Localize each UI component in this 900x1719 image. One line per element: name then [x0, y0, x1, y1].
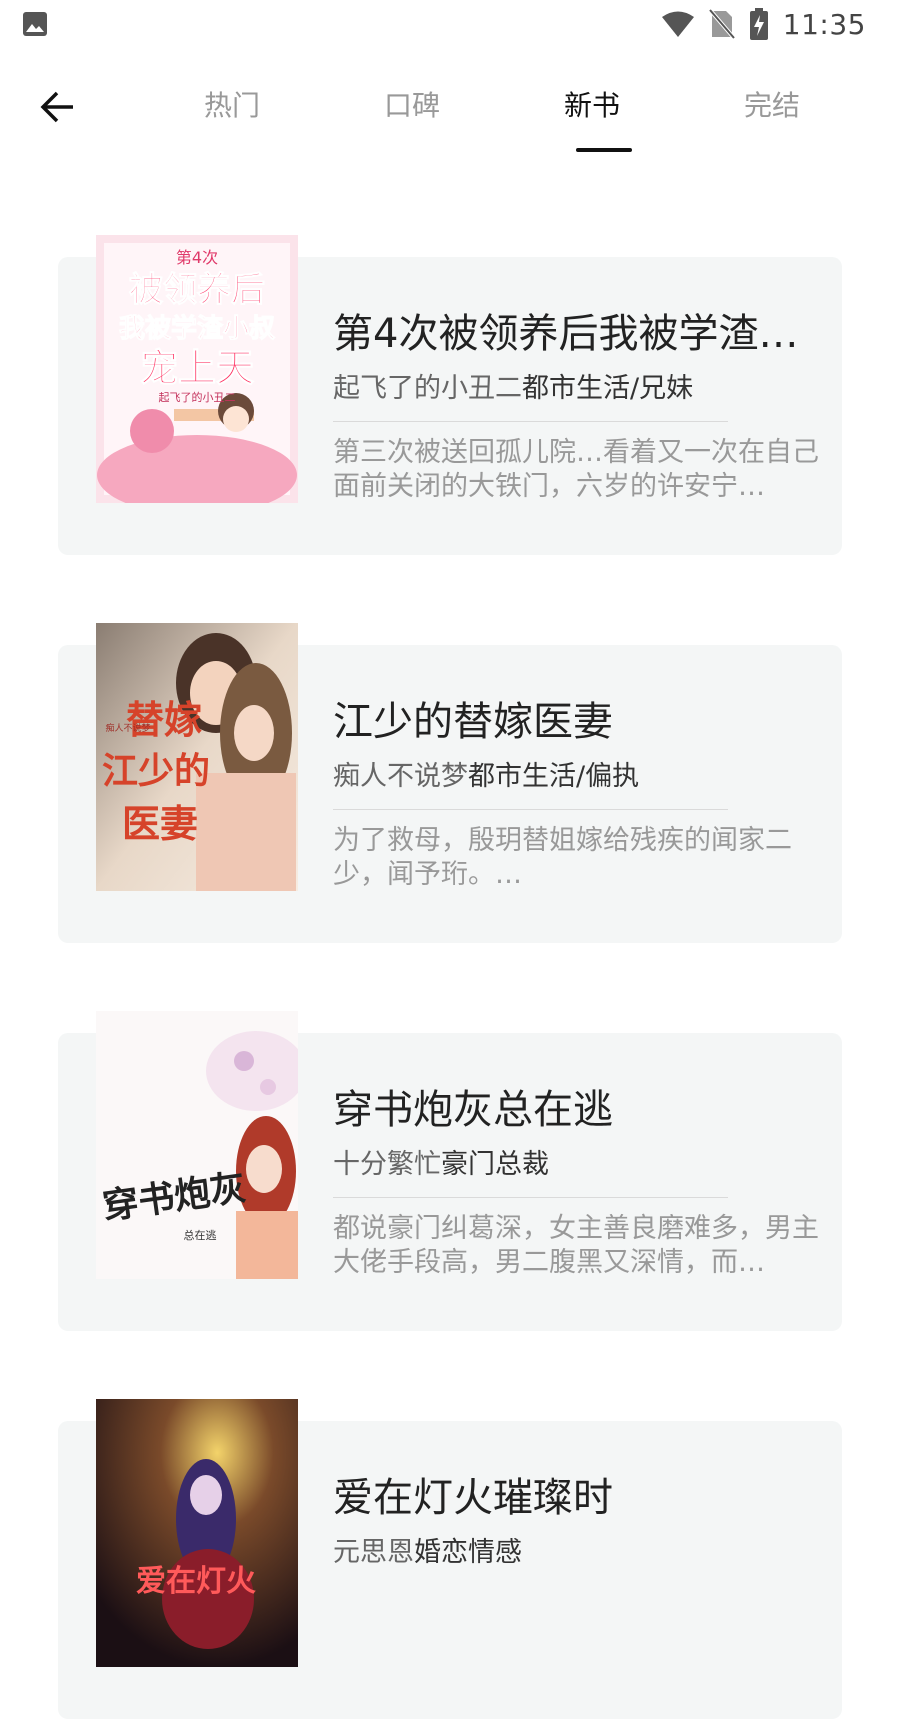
- divider: [333, 421, 728, 422]
- active-tab-indicator: [576, 148, 632, 152]
- tab-completed[interactable]: 完结: [712, 84, 832, 124]
- svg-text:被领养后: 被领养后: [129, 270, 265, 310]
- no-sim-icon: [708, 8, 735, 40]
- image-notification-icon: [23, 12, 47, 36]
- divider: [333, 1197, 728, 1198]
- book-cover: 穿书炮灰 总在逃: [96, 1011, 298, 1279]
- book-card[interactable]: 爱在灯火 爱在灯火璀璨时 元思恩婚恋情感: [58, 1399, 842, 1719]
- tab-hot[interactable]: 热门: [172, 84, 292, 124]
- svg-text:第4次: 第4次: [176, 248, 218, 267]
- book-author: 痴人不说梦: [333, 761, 468, 792]
- arrow-left-icon: [40, 91, 73, 123]
- tab-new-books[interactable]: 新书: [532, 84, 652, 124]
- status-time: 11:35: [782, 7, 866, 41]
- back-button[interactable]: [30, 80, 84, 134]
- book-description: 为了救母，殷玥替姐嫁给残疾的闻家二少，闻予珩。…: [333, 825, 792, 890]
- svg-text:医妻: 医妻: [122, 801, 198, 846]
- tab-header: 热门 口碑 新书 完结: [0, 62, 900, 162]
- book-category: 婚恋情感: [414, 1537, 522, 1568]
- divider: [333, 809, 728, 810]
- tab-reputation[interactable]: 口碑: [352, 84, 472, 124]
- svg-text:爱在灯火: 爱在灯火: [136, 1564, 256, 1599]
- svg-text:痴人不说梦: 痴人不说梦: [105, 722, 150, 734]
- book-title: 第4次被领养后我被学渣小叔宠上天: [333, 311, 823, 357]
- book-category: 都市生活/兄妹: [522, 373, 694, 404]
- wifi-icon: [661, 11, 694, 37]
- book-author: 起飞了的小丑二: [333, 373, 522, 404]
- book-cover: 第4次 被领养后 我被学渣小叔 宠上天 起飞了的小丑二: [96, 235, 298, 503]
- svg-text:江少的: 江少的: [102, 750, 210, 792]
- book-category: 豪门总裁: [441, 1149, 549, 1180]
- book-author: 十分繁忙: [333, 1149, 441, 1180]
- book-description: 都说豪门纠葛深，女主善良磨难多，男主大佬手段高，男二腹黑又深情，而…: [333, 1213, 819, 1278]
- book-cover: 爱在灯火: [96, 1399, 298, 1667]
- book-title: 穿书炮灰总在逃: [333, 1087, 613, 1133]
- book-title: 爱在灯火璀璨时: [333, 1475, 613, 1521]
- svg-text:总在逃: 总在逃: [184, 1228, 217, 1242]
- book-card[interactable]: 穿书炮灰 总在逃 穿书炮灰总在逃 十分繁忙豪门总裁 都说豪门纠葛深，女主善良磨难…: [58, 1011, 842, 1331]
- book-card[interactable]: 第4次 被领养后 我被学渣小叔 宠上天 起飞了的小丑二 第4次被领养后我被学渣小…: [58, 235, 842, 555]
- book-cover: 替嫁 江少的 医妻 痴人不说梦: [96, 623, 298, 891]
- status-bar: 11:35: [0, 0, 900, 48]
- svg-text:起飞了的小丑二: 起飞了的小丑二: [159, 390, 236, 404]
- book-description: 第三次被送回孤儿院…看着又一次在自己面前关闭的大铁门，六岁的许安宁…: [333, 437, 819, 502]
- book-card[interactable]: 替嫁 江少的 医妻 痴人不说梦 江少的替嫁医妻 痴人不说梦都市生活/偏执 为了救…: [58, 623, 842, 943]
- book-title: 江少的替嫁医妻: [333, 699, 613, 745]
- svg-text:我被学渣小叔: 我被学渣小叔: [119, 313, 276, 344]
- svg-text:替嫁: 替嫁: [126, 697, 202, 742]
- book-category: 都市生活/偏执: [468, 761, 640, 792]
- book-author: 元思恩: [333, 1537, 414, 1568]
- battery-charging-icon: [749, 8, 768, 40]
- svg-text:宠上天: 宠上天: [140, 346, 254, 390]
